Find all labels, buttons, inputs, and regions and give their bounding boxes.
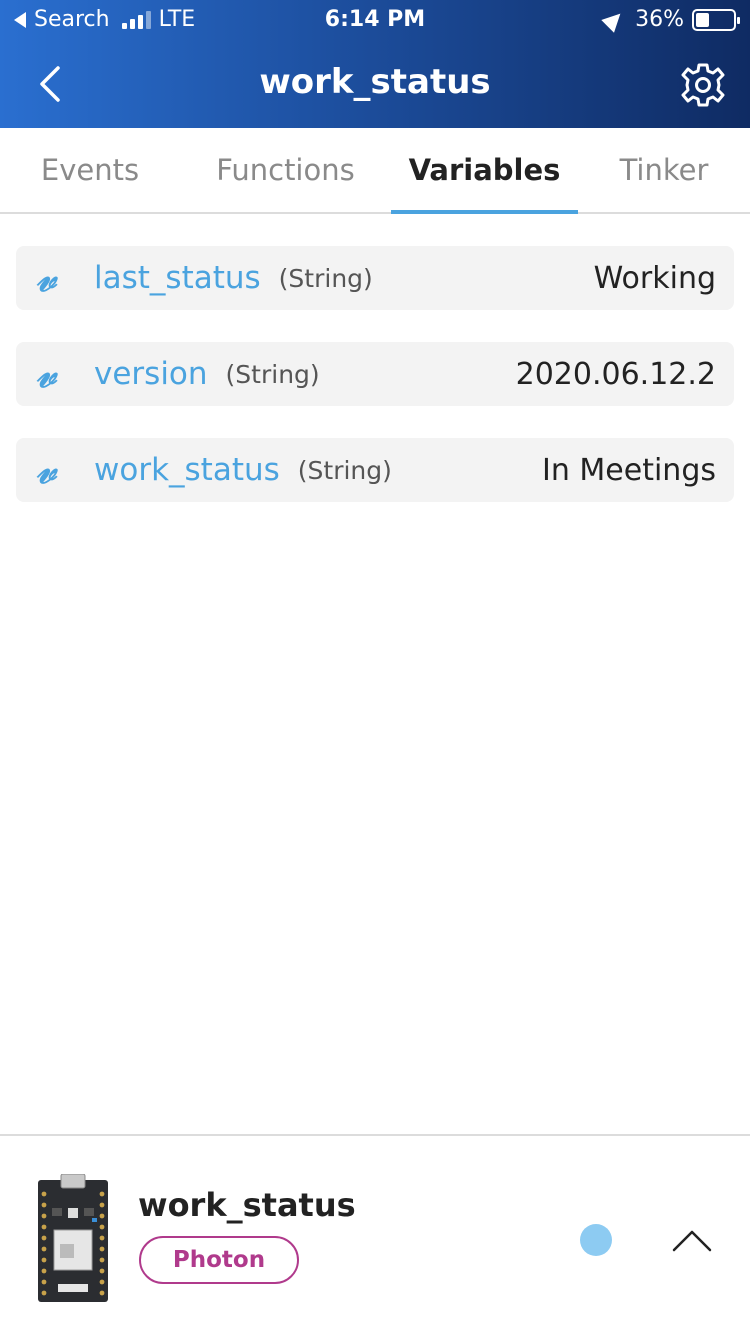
gear-icon <box>681 63 725 107</box>
variable-type: (String) <box>225 359 320 389</box>
tab-tinker[interactable]: Tinker <box>578 128 750 212</box>
variable-icon: 𝓋 <box>36 446 56 493</box>
variable-type: (String) <box>278 263 373 293</box>
variables-list: 𝓋 last_status (String) Working 𝓋 version… <box>16 246 734 534</box>
tab-functions[interactable]: Functions <box>180 128 391 212</box>
tab-events[interactable]: Events <box>0 128 180 212</box>
device-type-badge[interactable]: Photon <box>139 1236 299 1284</box>
variable-name: work_status <box>94 452 280 488</box>
variable-value: Working <box>593 260 716 296</box>
battery-percent: 36% <box>635 7 684 32</box>
variable-value: In Meetings <box>542 452 716 488</box>
variable-value: 2020.06.12.2 <box>515 356 716 392</box>
battery-fill <box>696 12 709 27</box>
variable-name: last_status <box>94 260 261 296</box>
expand-button[interactable] <box>668 1220 716 1260</box>
variable-type: (String) <box>297 455 392 485</box>
variable-name: version <box>94 356 208 392</box>
header: Search LTE 6:14 PM 36% work_status <box>0 0 750 128</box>
status-bar: Search LTE 6:14 PM 36% <box>0 0 750 40</box>
page-title: work_status <box>259 62 491 102</box>
settings-button[interactable] <box>680 62 726 108</box>
variable-row[interactable]: 𝓋 version (String) 2020.06.12.2 <box>16 342 734 406</box>
variable-icon: 𝓋 <box>36 254 56 301</box>
tab-bar: Events Functions Variables Tinker <box>0 128 750 214</box>
device-bar[interactable]: work_status Photon <box>0 1134 750 1334</box>
device-name: work_status <box>138 1186 356 1224</box>
photon-board-image <box>38 1173 108 1302</box>
status-bar-right: 36% <box>601 6 740 33</box>
variable-icon: 𝓋 <box>36 350 56 397</box>
device-status-indicator <box>580 1224 612 1256</box>
battery-icon <box>692 8 740 31</box>
location-arrow-icon <box>601 6 627 33</box>
tab-variables[interactable]: Variables <box>391 128 578 214</box>
nav-bar: work_status <box>0 40 750 128</box>
variable-row[interactable]: 𝓋 work_status (String) In Meetings <box>16 438 734 502</box>
variable-row[interactable]: 𝓋 last_status (String) Working <box>16 246 734 310</box>
chevron-up-icon <box>672 1230 712 1252</box>
